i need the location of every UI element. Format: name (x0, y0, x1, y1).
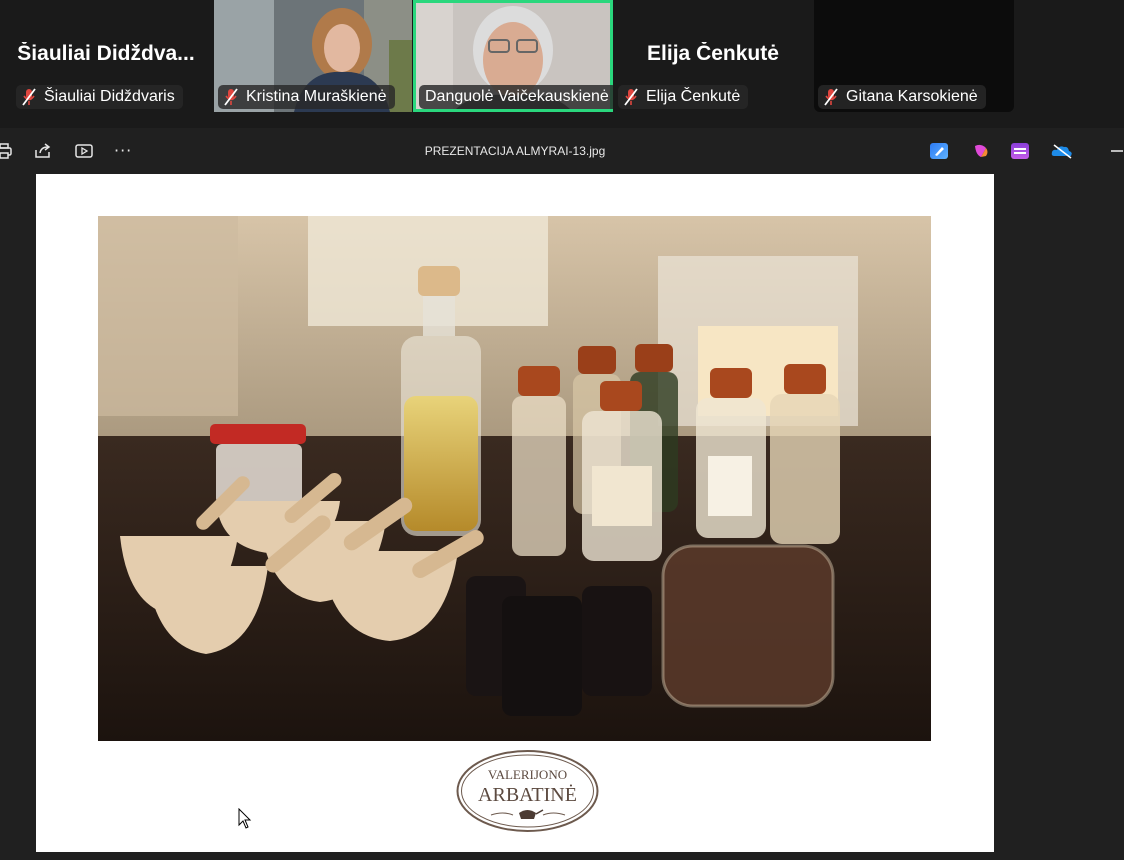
minimize-icon[interactable] (1111, 150, 1123, 152)
participant-name-badge: Gitana Karsokienė (818, 85, 986, 109)
slide-photo (98, 216, 931, 741)
mic-muted-icon (624, 88, 638, 106)
participant-name-badge: Kristina Muraškienė (218, 85, 395, 109)
onedrive-icon[interactable] (1051, 143, 1072, 159)
participant-name: Kristina Muraškienė (246, 88, 387, 105)
participant-tile-siauliai[interactable]: Šiauliai Didždva... Šiauliai Didždvaris (0, 0, 212, 112)
participant-name: Gitana Karsokienė (846, 88, 978, 105)
mic-muted-icon (824, 88, 838, 106)
participant-name-badge: Elija Čenkutė (618, 85, 749, 109)
logo-text-top: VALERIJONO (488, 767, 567, 782)
participant-name-badge: Danguolė Vaičekauskienė (419, 85, 613, 109)
file-title: PREZENTACIJA ALMYRAI-13.jpg (424, 144, 606, 158)
logo-text-main: ARBATINĖ (478, 783, 577, 806)
mic-muted-icon (224, 88, 238, 106)
copilot-icon[interactable] (972, 143, 990, 159)
participant-name-badge: Šiauliai Didždvaris (16, 85, 183, 109)
participant-display-name: Šiauliai Didždva... (17, 42, 195, 65)
participant-tile-danguole[interactable]: Danguolė Vaičekauskienė (413, 0, 613, 112)
participant-tile-gitana[interactable]: Gitana Karsokienė (814, 0, 1014, 112)
edit-photo-icon[interactable] (930, 143, 948, 159)
mic-muted-icon (22, 88, 36, 106)
participant-name: Danguolė Vaičekauskienė (425, 88, 609, 105)
mouse-cursor-icon (238, 808, 252, 829)
participant-tile-elija[interactable]: Elija Čenkutė Elija Čenkutė (614, 0, 812, 112)
participant-tile-kristina[interactable]: Kristina Muraškienė (214, 0, 412, 112)
participant-name: Elija Čenkutė (646, 88, 741, 105)
participant-display-name: Elija Čenkutė (647, 42, 779, 65)
participant-name: Šiauliai Didždvaris (44, 88, 175, 105)
clipchamp-icon[interactable] (1011, 143, 1029, 159)
valerijono-arbatine-logo: VALERIJONO ARBATINĖ (456, 750, 599, 832)
participant-strip: Šiauliai Didždva... Šiauliai Didždvaris (0, 0, 1124, 128)
